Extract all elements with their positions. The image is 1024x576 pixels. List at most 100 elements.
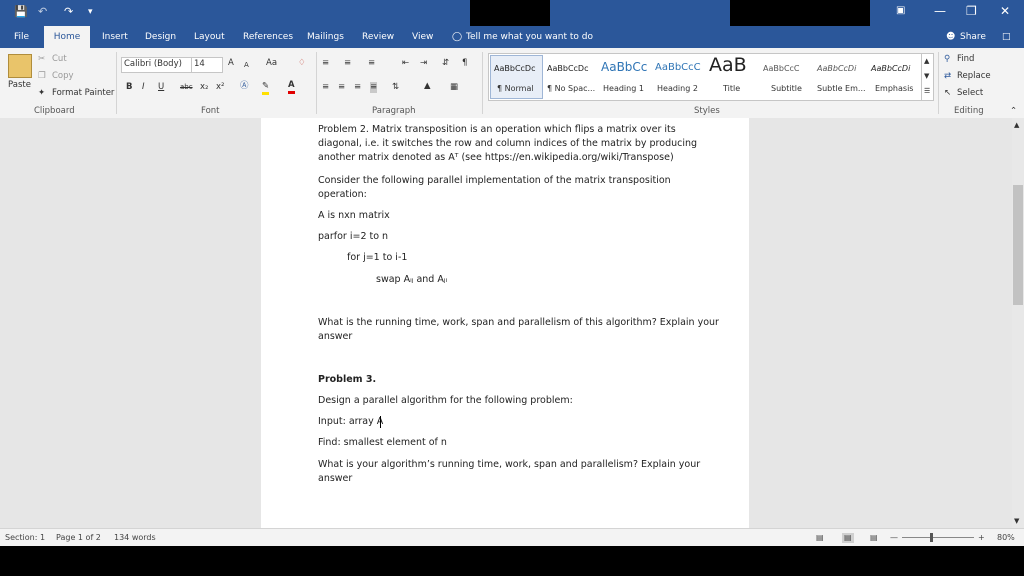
section-indicator[interactable]: Section: 1 [5, 533, 45, 543]
tab-view[interactable]: View [412, 26, 433, 48]
font-color-icon[interactable]: A [288, 80, 295, 94]
shrink-font-button[interactable]: A [244, 60, 249, 71]
subscript-button[interactable]: x₂ [200, 82, 208, 93]
copy-button[interactable]: Copy [52, 71, 74, 82]
parfor-line: parfor i=2 to n [318, 230, 388, 244]
style-preview-normal[interactable]: AaBbCcDc [494, 64, 535, 73]
zoom-in-icon[interactable]: + [978, 533, 985, 543]
styles-gallery: AaBbCcDc ¶ Normal AaBbCcDc ¶ No Spac... … [488, 53, 934, 101]
ribbon-display-icon[interactable]: ▣ [896, 4, 905, 18]
editing-group-label: Editing [954, 106, 984, 117]
zoom-out-icon[interactable]: — [890, 533, 898, 543]
scrollbar-thumb[interactable] [1013, 185, 1023, 305]
italic-button[interactable]: I [142, 82, 145, 93]
align-center-icon[interactable]: ≡ [338, 82, 345, 93]
align-left-icon[interactable]: ≡ [322, 82, 329, 93]
superscript-button[interactable]: x² [216, 82, 224, 93]
page-indicator[interactable]: Page 1 of 2 [56, 533, 101, 543]
tab-design[interactable]: Design [145, 26, 176, 48]
grow-font-button[interactable]: A [228, 58, 234, 69]
restore-icon[interactable]: ❐ [966, 4, 977, 18]
style-name-subtitle: Subtitle [771, 84, 802, 93]
change-case-button[interactable]: Aa [266, 58, 277, 69]
consider-line1: Consider the following parallel implemen… [318, 174, 671, 188]
tab-layout[interactable]: Layout [194, 26, 225, 48]
scroll-up-icon[interactable]: ▲ [1014, 120, 1019, 131]
problem2-line3: another matrix denoted as Aᵀ (see https:… [318, 151, 674, 165]
cursor-icon: ↖ [944, 88, 951, 99]
for-loop-line: for j=1 to i-1 [347, 251, 407, 265]
shading-icon[interactable]: ▲ [424, 81, 431, 92]
style-name-subtle-emphasis: Subtle Em... [817, 84, 866, 93]
problem2-line1: Problem 2. Matrix transposition is an op… [318, 123, 676, 137]
select-button[interactable]: Select [957, 88, 983, 99]
text-cursor [380, 416, 381, 428]
justify-icon[interactable]: ≡ [370, 82, 377, 93]
tell-me-input[interactable]: Tell me what you want to do [466, 26, 593, 48]
chevron-down-icon[interactable]: ▼ [924, 71, 929, 82]
font-size-select[interactable]: 14 [191, 57, 223, 73]
redo-icon[interactable]: ↷ [64, 5, 73, 19]
replace-button[interactable]: Replace [957, 71, 991, 82]
scroll-down-icon[interactable]: ▼ [1014, 516, 1019, 527]
tab-mailings[interactable]: Mailings [307, 26, 344, 48]
underline-button[interactable]: U [158, 82, 164, 93]
multilevel-list-icon[interactable]: ≡ [368, 58, 375, 69]
increase-indent-icon[interactable]: ⇥ [420, 58, 427, 69]
highlight-icon[interactable]: ✎ [262, 81, 269, 95]
read-mode-icon[interactable]: ▤ [816, 533, 824, 543]
cut-button[interactable]: Cut [52, 54, 67, 65]
zoom-slider-handle[interactable] [930, 533, 933, 542]
tab-file[interactable]: File [14, 26, 29, 48]
font-name-select[interactable]: Calibri (Body) [121, 57, 195, 73]
minimize-icon[interactable]: — [934, 4, 946, 18]
style-preview-heading2[interactable]: AaBbCcC [655, 62, 701, 73]
group-divider [316, 52, 317, 114]
word-count[interactable]: 134 words [114, 533, 156, 543]
consider-line2: operation: [318, 188, 367, 202]
align-right-icon[interactable]: ≡ [354, 82, 361, 93]
share-button[interactable]: Share [960, 26, 986, 48]
vertical-scrollbar[interactable]: ▲ ▼ [1012, 118, 1024, 528]
collapse-ribbon-icon[interactable]: ⌃ [1010, 106, 1017, 117]
undo-icon[interactable]: ↶ [38, 5, 47, 19]
web-layout-icon[interactable]: ▤ [870, 533, 878, 543]
style-preview-heading1[interactable]: AaBbCc [601, 60, 647, 74]
more-styles-icon[interactable]: ☰ [924, 86, 930, 97]
style-preview-subtle-emphasis[interactable]: AaBbCcDi [817, 64, 856, 73]
chevron-up-icon[interactable]: ▲ [924, 56, 929, 67]
clear-format-icon[interactable]: ♢ [298, 58, 306, 69]
tab-home[interactable]: Home [44, 26, 90, 48]
zoom-level[interactable]: 80% [997, 533, 1015, 543]
format-painter-button[interactable]: Format Painter [52, 88, 114, 99]
strikethrough-button[interactable]: abc [180, 82, 193, 93]
numbering-icon[interactable]: ≡ [344, 58, 351, 69]
problem2-line2: diagonal, i.e. it switches the row and c… [318, 137, 697, 151]
customize-quick-access-icon[interactable]: ▾ [88, 5, 93, 19]
tab-references[interactable]: References [243, 26, 293, 48]
bullets-icon[interactable]: ≡ [322, 58, 329, 69]
sort-icon[interactable]: ⇵ [442, 58, 449, 69]
styles-scroll[interactable]: ▲ ▼ ☰ [921, 54, 933, 100]
style-preview-title[interactable]: AaB [709, 54, 747, 76]
zoom-slider[interactable] [902, 537, 974, 538]
line-spacing-icon[interactable]: ⇅ [392, 82, 399, 93]
borders-icon[interactable]: ▦ [450, 82, 458, 93]
find-button[interactable]: Find [957, 54, 974, 65]
paste-button[interactable]: Paste [8, 80, 31, 91]
text-effects-icon[interactable]: Ⓐ [240, 81, 249, 92]
pilcrow-icon[interactable]: ¶ [462, 58, 467, 69]
floppy-disk-icon[interactable]: 💾 [14, 5, 28, 19]
tab-insert[interactable]: Insert [102, 26, 128, 48]
close-icon[interactable]: ✕ [1000, 4, 1010, 18]
style-preview-emphasis[interactable]: AaBbCcDi [871, 64, 910, 73]
decrease-indent-icon[interactable]: ⇤ [402, 58, 409, 69]
print-layout-icon[interactable]: ▤ [842, 533, 854, 543]
tab-review[interactable]: Review [362, 26, 394, 48]
style-preview-no-spacing[interactable]: AaBbCcDc [547, 64, 588, 73]
bold-button[interactable]: B [126, 82, 132, 93]
comment-icon[interactable]: □ [1002, 26, 1011, 48]
style-name-emphasis: Emphasis [875, 84, 913, 93]
clipboard-icon [8, 54, 32, 78]
style-preview-subtitle[interactable]: AaBbCcC [763, 64, 800, 73]
